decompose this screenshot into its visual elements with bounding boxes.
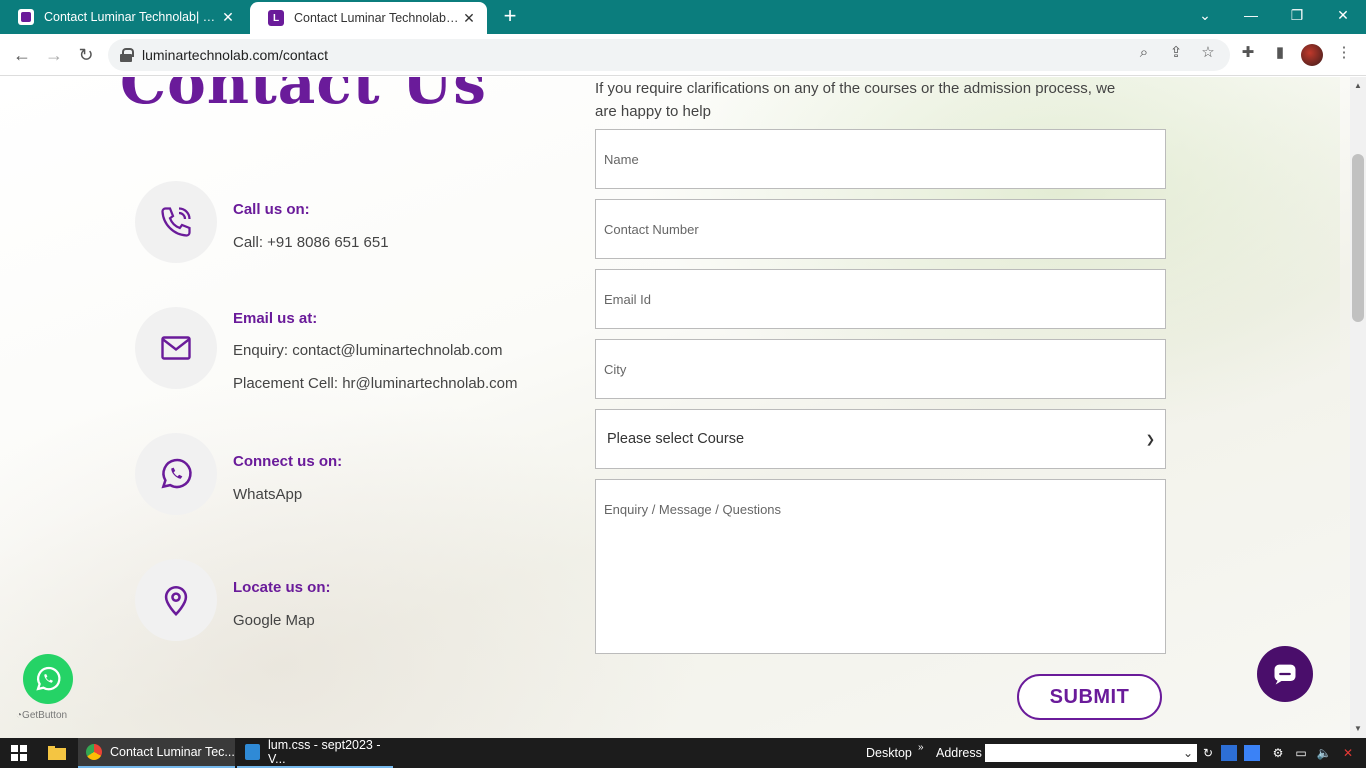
whatsapp-icon: [36, 666, 61, 691]
intro-text: If you require clarifications on any of …: [595, 80, 1116, 120]
whatsapp-link[interactable]: WhatsApp: [233, 486, 302, 503]
tab-search-icon[interactable]: ⌄: [1182, 0, 1228, 30]
tab-title: Contact Luminar Technolab| No.: [44, 10, 220, 24]
page-title: Contact Us: [120, 77, 487, 117]
page-viewport: Contact Us Call us on: Call: +91 8086 65…: [0, 77, 1350, 738]
new-tab-button[interactable]: +: [498, 5, 522, 29]
tab-title: Contact Luminar Technolab| No.: [294, 11, 461, 25]
browser-menu-icon[interactable]: ⋮: [1334, 43, 1354, 63]
taskbar-vscode-app[interactable]: lum.css - sept2023 - V...: [237, 738, 393, 768]
taskbar-app-label: Contact Luminar Tec...: [110, 745, 235, 759]
chrome-icon: [86, 744, 102, 760]
contact-title: Locate us on:: [233, 579, 331, 596]
contact-title: Call us on:: [233, 201, 310, 218]
message-textarea[interactable]: Enquiry / Message / Questions: [595, 479, 1166, 654]
email-field[interactable]: Email Id: [595, 269, 1166, 329]
taskbar-app-label: lum.css - sept2023 - V...: [267, 738, 381, 766]
taskbar-chrome-app[interactable]: Contact Luminar Tec...: [78, 738, 235, 768]
back-arrow-icon[interactable]: ←: [10, 43, 34, 67]
page-scrollbar[interactable]: ▲ ▼: [1350, 77, 1366, 738]
name-field[interactable]: Name: [595, 129, 1166, 189]
url-text: luminartechnolab.com/contact: [142, 47, 328, 63]
tray-grid-icon[interactable]: [1244, 745, 1260, 761]
enquiry-email[interactable]: Enquiry: contact@luminartechnolab.com: [233, 342, 503, 359]
phone-number[interactable]: Call: +91 8086 651 651: [233, 234, 389, 251]
close-window-icon[interactable]: ✕: [1320, 0, 1366, 30]
browser-toolbar: ← → ↻ luminartechnolab.com/contact ⌕ ⇪ ☆…: [0, 34, 1366, 76]
tray-network-icon[interactable]: ⚙: [1270, 745, 1286, 761]
course-select-value: Please select Course: [607, 431, 745, 447]
contact-title: Connect us on:: [233, 453, 343, 470]
chevron-down-icon: ❯: [1145, 433, 1155, 446]
profile-avatar[interactable]: [1301, 44, 1323, 66]
windows-taskbar: Contact Luminar Tec... lum.css - sept202…: [0, 738, 1366, 768]
minimize-icon[interactable]: —: [1228, 0, 1274, 30]
close-tab-icon[interactable]: ✕: [461, 10, 477, 27]
site-favicon-icon: L: [268, 10, 284, 26]
taskbar-address-input[interactable]: [985, 744, 1197, 762]
refresh-icon[interactable]: ↻: [1200, 745, 1216, 761]
scroll-down-arrow-icon[interactable]: ▼: [1350, 722, 1366, 736]
browser-tab-active[interactable]: L Contact Luminar Technolab| No. ✕: [250, 2, 487, 34]
location-pin-icon: [135, 559, 217, 641]
site-favicon-icon: [18, 9, 34, 25]
contact-number-field[interactable]: Contact Number: [595, 199, 1166, 259]
contact-title: Email us at:: [233, 310, 318, 327]
reload-icon[interactable]: ↻: [74, 43, 98, 67]
address-bar[interactable]: luminartechnolab.com/contact: [108, 39, 1230, 71]
address-toolbar-label: Address: [936, 746, 982, 760]
browser-tab-strip: Contact Luminar Technolab| No. ✕ L Conta…: [0, 0, 1366, 34]
vscode-icon: [245, 744, 260, 760]
close-tab-icon[interactable]: ✕: [220, 9, 236, 26]
browser-tab[interactable]: Contact Luminar Technolab| No. ✕: [0, 0, 246, 34]
lock-icon: [120, 48, 134, 62]
zoom-search-icon[interactable]: ⌕: [1134, 43, 1154, 63]
scroll-up-arrow-icon[interactable]: ▲: [1350, 79, 1366, 93]
placement-email[interactable]: Placement Cell: hr@luminartechnolab.com: [233, 375, 518, 392]
volume-icon[interactable]: 🔈: [1316, 745, 1332, 761]
forward-arrow-icon[interactable]: →: [42, 43, 66, 67]
whatsapp-icon: [135, 433, 217, 515]
scrollbar-thumb[interactable]: [1352, 154, 1364, 322]
tray-app-icon[interactable]: [1221, 745, 1237, 761]
desktop-toolbar-label[interactable]: Desktop: [866, 738, 912, 768]
windows-start-icon[interactable]: [0, 738, 38, 768]
bookmark-star-icon[interactable]: ☆: [1198, 43, 1218, 63]
whatsapp-float-button[interactable]: [23, 654, 73, 704]
mail-icon: [135, 307, 217, 389]
city-field[interactable]: City: [595, 339, 1166, 399]
battery-icon[interactable]: ▭: [1293, 745, 1309, 761]
submit-button[interactable]: SUBMIT: [1017, 674, 1162, 720]
chat-bubble-icon: [1274, 664, 1296, 685]
restore-icon[interactable]: ❐: [1274, 0, 1320, 30]
share-icon[interactable]: ⇪: [1166, 43, 1186, 63]
chevron-right-icon[interactable]: »: [918, 732, 924, 762]
chevron-down-icon[interactable]: ⌄: [1180, 745, 1196, 761]
chat-widget-button[interactable]: [1257, 646, 1313, 702]
google-map-link[interactable]: Google Map: [233, 612, 315, 629]
extensions-puzzle-icon[interactable]: ✚: [1238, 43, 1258, 63]
wifi-off-icon[interactable]: ✕: [1340, 745, 1356, 761]
course-select[interactable]: Please select Course ❯: [595, 409, 1166, 469]
file-explorer-icon[interactable]: [46, 738, 68, 768]
getbutton-label[interactable]: ◔GetButton: [16, 710, 67, 721]
side-panel-icon[interactable]: ▮: [1270, 43, 1290, 63]
phone-icon: [135, 181, 217, 263]
